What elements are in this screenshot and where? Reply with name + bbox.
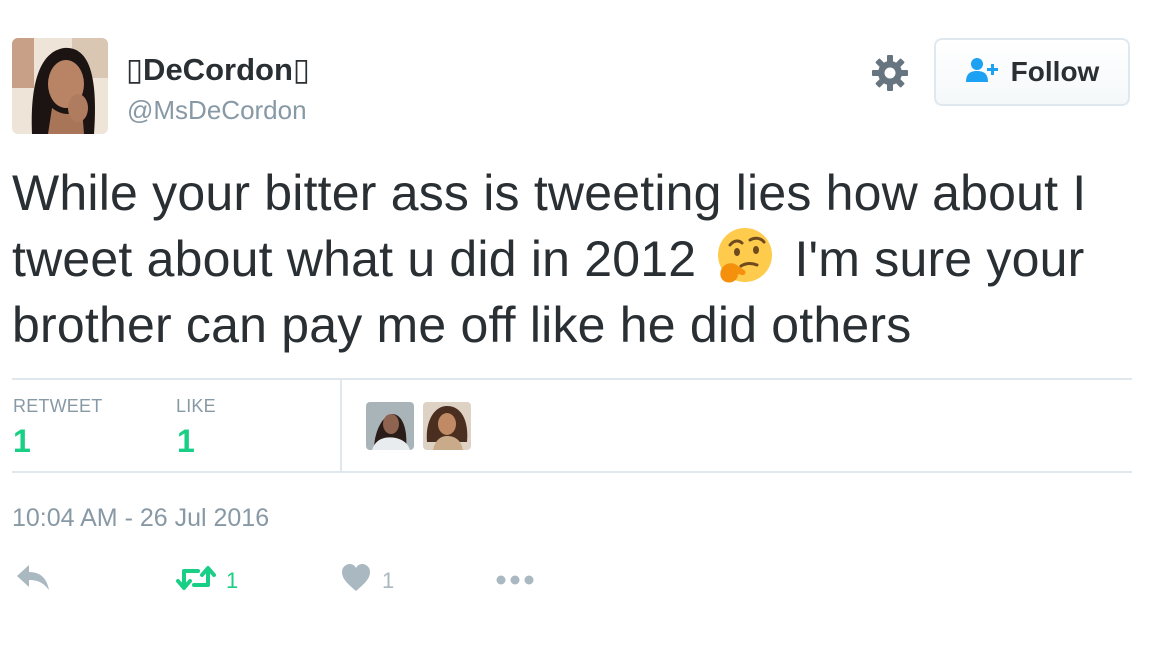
gear-icon[interactable] [869,52,911,94]
like-action-count: 1 [382,567,395,593]
tweet-text: While your bitter ass is tweeting lies h… [12,160,1137,358]
more-dots-icon [496,573,534,591]
follow-button[interactable]: Follow [934,38,1130,106]
follow-label: Follow [1010,56,1100,87]
more-options-button[interactable] [496,573,534,591]
avatar[interactable] [12,38,108,134]
retweet-stat-label: RETWEET [13,396,103,416]
heart-icon [340,563,372,598]
stats-vertical-divider [340,380,342,472]
retweet-action-count: 1 [226,567,239,593]
retweet-button[interactable]: 1 [176,563,238,598]
stats-bottom-divider [12,471,1132,473]
retweet-stat-count[interactable]: 1 [13,423,31,460]
follow-user-icon [965,56,1001,89]
username-handle[interactable]: @MsDeCordon [127,95,307,126]
liker-avatar[interactable] [366,402,414,450]
display-name[interactable]: ▯DeCordon▯ [126,52,310,88]
like-button[interactable]: 1 [340,563,394,598]
stats-top-divider [12,378,1132,380]
thinking-face-emoji-icon [714,226,776,288]
reply-icon [15,563,51,598]
like-stat-label: LIKE [176,396,216,416]
reply-button[interactable] [15,563,51,598]
retweet-icon [176,563,216,598]
like-stat-count[interactable]: 1 [177,423,195,460]
tweet-timestamp[interactable]: 10:04 AM - 26 Jul 2016 [12,504,269,533]
liker-avatar[interactable] [423,402,471,450]
